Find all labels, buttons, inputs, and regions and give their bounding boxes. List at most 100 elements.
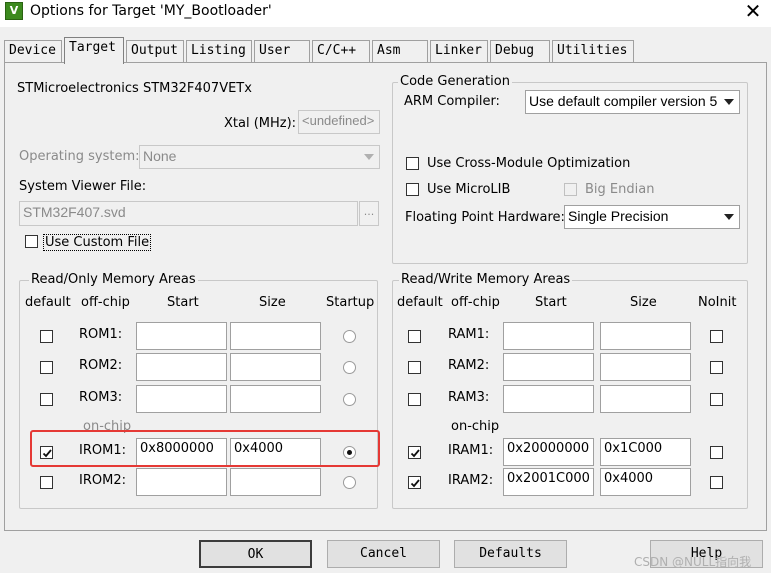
ram-start-input[interactable] xyxy=(503,322,594,350)
tab-debug[interactable]: Debug xyxy=(490,40,550,62)
big-endian-checkbox[interactable] xyxy=(564,183,577,196)
cancel-button[interactable]: Cancel xyxy=(327,540,440,568)
rom-start-input[interactable] xyxy=(136,468,227,496)
ram-row-name: RAM3: xyxy=(448,390,490,405)
code-generation-title: Code Generation xyxy=(398,74,512,89)
browse-button[interactable]: ... xyxy=(359,201,379,226)
chevron-down-icon xyxy=(720,92,738,112)
rom-size-input[interactable] xyxy=(230,353,321,381)
noinit-checkbox[interactable] xyxy=(710,446,723,459)
ram-size-input[interactable] xyxy=(600,353,691,381)
ram-size-input[interactable]: 0x4000 xyxy=(600,468,691,496)
custom-file-label: Use Custom File xyxy=(43,234,152,251)
device-name: STMicroelectronics STM32F407VETx xyxy=(17,81,252,96)
noinit-checkbox[interactable] xyxy=(710,393,723,406)
startup-radio[interactable] xyxy=(343,476,356,489)
ram-default-checkbox[interactable] xyxy=(408,330,421,343)
svd-input[interactable]: STM32F407.svd xyxy=(19,201,358,226)
startup-radio[interactable] xyxy=(343,330,356,343)
ram-size-input[interactable] xyxy=(600,322,691,350)
fpu-label: Floating Point Hardware: xyxy=(405,210,565,225)
rw-header-default: default xyxy=(397,295,443,310)
chevron-down-icon xyxy=(360,147,378,167)
rom-size-input[interactable] xyxy=(230,468,321,496)
tab-asm[interactable]: Asm xyxy=(372,40,428,62)
ro-header-offchip: off-chip xyxy=(81,295,130,310)
rom-default-checkbox[interactable] xyxy=(40,361,53,374)
chevron-down-icon xyxy=(720,207,738,227)
cross-module-label: Use Cross-Module Optimization xyxy=(427,156,631,171)
microlib-label: Use MicroLIB xyxy=(427,182,511,197)
os-select-value: None xyxy=(143,148,177,164)
compiler-label: ARM Compiler: xyxy=(404,94,500,109)
app-icon: V xyxy=(5,2,23,20)
fpu-select-value: Single Precision xyxy=(568,208,669,224)
ro-memory-title: Read/Only Memory Areas xyxy=(29,272,198,287)
rom-start-input[interactable] xyxy=(136,385,227,413)
tab-device[interactable]: Device xyxy=(4,40,62,62)
ok-button[interactable]: OK xyxy=(199,540,312,568)
rw-memory-title: Read/Write Memory Areas xyxy=(399,272,573,287)
close-icon[interactable]: ✕ xyxy=(741,0,765,24)
rom-default-checkbox[interactable] xyxy=(40,330,53,343)
tab-c-cpp[interactable]: C/C++ xyxy=(312,40,370,62)
ram-row-name: RAM2: xyxy=(448,358,490,373)
noinit-checkbox[interactable] xyxy=(710,361,723,374)
tab-output[interactable]: Output xyxy=(126,40,184,62)
ram-size-input[interactable] xyxy=(600,385,691,413)
rom-default-checkbox[interactable] xyxy=(40,393,53,406)
tab-user[interactable]: User xyxy=(254,40,310,62)
compiler-select-value: Use default compiler version 5 xyxy=(529,93,718,109)
os-label: Operating system: xyxy=(19,149,140,164)
tab-linker[interactable]: Linker xyxy=(430,40,488,62)
highlight-box xyxy=(30,430,380,467)
xtal-input[interactable]: <undefined> xyxy=(298,110,380,134)
rom-default-checkbox[interactable] xyxy=(40,476,53,489)
rw-header-offchip: off-chip xyxy=(451,295,500,310)
ram-start-input[interactable]: 0x20000000 xyxy=(503,438,594,466)
rom-row-name: ROM1: xyxy=(79,327,123,342)
rw-header-start: Start xyxy=(535,295,567,310)
ro-header-start: Start xyxy=(167,295,199,310)
rw-onchip-label: on-chip xyxy=(451,419,500,434)
rom-start-input[interactable] xyxy=(136,322,227,350)
custom-file-checkbox[interactable] xyxy=(25,235,38,248)
tab-listing[interactable]: Listing xyxy=(186,40,252,62)
microlib-checkbox[interactable] xyxy=(406,183,419,196)
ram-default-checkbox[interactable] xyxy=(408,393,421,406)
big-endian-label: Big Endian xyxy=(585,182,655,197)
ram-default-checkbox[interactable] xyxy=(408,476,421,489)
rw-header-size: Size xyxy=(630,295,657,310)
cross-module-checkbox[interactable] xyxy=(406,157,419,170)
rom-row-name: ROM2: xyxy=(79,358,123,373)
compiler-select[interactable]: Use default compiler version 5 xyxy=(525,90,740,114)
noinit-checkbox[interactable] xyxy=(710,476,723,489)
ram-row-name: RAM1: xyxy=(448,327,490,342)
fpu-select[interactable]: Single Precision xyxy=(564,205,740,229)
noinit-checkbox[interactable] xyxy=(710,330,723,343)
ram-size-input[interactable]: 0x1C000 xyxy=(600,438,691,466)
rom-row-name: IROM2: xyxy=(79,473,126,488)
window-title: Options for Target 'MY_Bootloader' xyxy=(30,3,272,19)
ram-default-checkbox[interactable] xyxy=(408,446,421,459)
startup-radio[interactable] xyxy=(343,393,356,406)
rom-size-input[interactable] xyxy=(230,385,321,413)
watermark: CSDN @NULL指向我 xyxy=(634,555,752,569)
tab-utilities[interactable]: Utilities xyxy=(552,40,634,62)
rw-header-noinit: NoInit xyxy=(698,295,737,310)
check-icon xyxy=(410,449,420,458)
startup-radio[interactable] xyxy=(343,361,356,374)
rom-size-input[interactable] xyxy=(230,322,321,350)
ram-default-checkbox[interactable] xyxy=(408,361,421,374)
ram-row-name: IRAM1: xyxy=(448,443,494,458)
ram-start-input[interactable] xyxy=(503,385,594,413)
os-select[interactable]: None xyxy=(139,145,380,169)
tab-target[interactable]: Target xyxy=(64,37,124,64)
xtal-label: Xtal (MHz): xyxy=(224,116,297,131)
ram-start-input[interactable]: 0x2001C000 xyxy=(503,468,594,496)
ram-row-name: IRAM2: xyxy=(448,473,494,488)
ro-header-size: Size xyxy=(259,295,286,310)
defaults-button[interactable]: Defaults xyxy=(454,540,567,568)
rom-start-input[interactable] xyxy=(136,353,227,381)
ram-start-input[interactable] xyxy=(503,353,594,381)
